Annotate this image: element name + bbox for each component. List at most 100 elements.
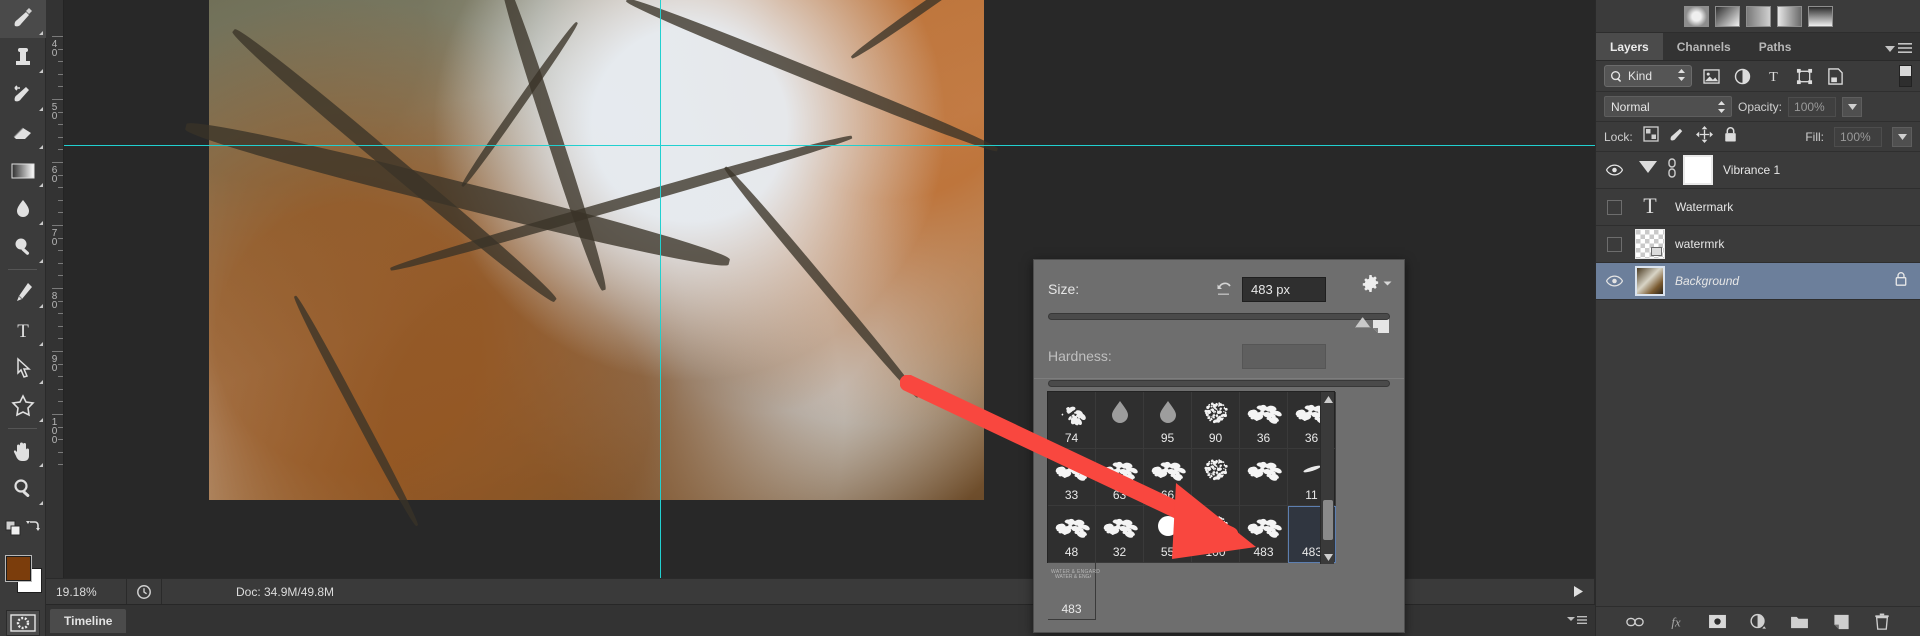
tool-custom-shape[interactable] [0, 387, 46, 425]
lock-image-pixels-icon[interactable] [1669, 126, 1686, 148]
link-mask-icon[interactable] [1666, 157, 1678, 183]
tool-pen[interactable] [0, 273, 46, 311]
eye-icon[interactable] [1596, 275, 1632, 287]
adjustments-panel-row[interactable] [1596, 0, 1920, 33]
updown-arrows-icon[interactable] [1717, 100, 1726, 117]
link-layers-icon[interactable] [1624, 611, 1646, 633]
updown-arrows-icon[interactable] [1677, 68, 1686, 85]
brush-size-slider[interactable] [1048, 307, 1390, 329]
brush-preset-cell[interactable]: 95 [1144, 392, 1192, 449]
blend-mode-select[interactable]: Normal [1604, 96, 1732, 117]
fill-value[interactable]: 100% [1834, 126, 1882, 147]
new-group-icon[interactable] [1789, 611, 1811, 633]
scrollbar-thumb[interactable] [1323, 500, 1333, 540]
opacity-value[interactable]: 100% [1788, 96, 1837, 117]
tool-brush[interactable] [0, 0, 46, 38]
gradient-map-adjustment-icon[interactable] [1714, 5, 1740, 27]
lock-position-icon[interactable] [1695, 125, 1713, 148]
brush-preset-cell[interactable]: 32 [1096, 506, 1144, 563]
brush-size-input[interactable]: 483 px [1242, 276, 1326, 302]
layer-mask-thumbnail[interactable] [1683, 155, 1713, 185]
layer-row[interactable]: Vibrance 1 [1596, 152, 1920, 189]
brush-preset-grid[interactable]: 74 95 90 36 36 33 63 66 11 48 32 55 100 483 483 WATER &… [1047, 391, 1336, 620]
reset-icon[interactable] [1208, 281, 1242, 297]
visibility-checkbox[interactable] [1606, 199, 1622, 215]
tool-clone-stamp[interactable] [0, 38, 46, 76]
color-swatches[interactable] [0, 550, 46, 606]
layers-list[interactable]: Vibrance 1 T Watermark watermrk Background [1596, 152, 1920, 300]
vibrance-adjustment-icon[interactable] [1683, 5, 1709, 27]
layer-thumbnail[interactable] [1635, 266, 1665, 296]
tab-timeline[interactable]: Timeline [50, 609, 127, 633]
new-layer-icon[interactable] [1830, 611, 1852, 633]
brush-preset-cell[interactable]: WATER & ENGARDWATER & ENGARD483 [1048, 563, 1100, 620]
horizontal-guide[interactable] [64, 145, 1595, 146]
layer-style-fx-icon[interactable]: fx [1665, 611, 1687, 633]
pixel-filter-icon[interactable] [1699, 65, 1723, 87]
eye-icon[interactable] [1596, 164, 1632, 176]
scroll-up-arrow-icon[interactable] [1321, 392, 1335, 406]
layer-row[interactable]: Background [1596, 263, 1920, 300]
layer-name[interactable]: watermrk [1665, 237, 1724, 251]
scroll-down-arrow-icon[interactable] [1321, 550, 1335, 564]
tool-dodge[interactable] [0, 228, 46, 266]
quick-mask-toggle[interactable] [5, 610, 40, 636]
brush-preset-cell[interactable]: 48 [1048, 506, 1096, 563]
gradient-adjustment-icon[interactable] [1807, 5, 1833, 27]
tool-history-brush[interactable] [0, 76, 46, 114]
new-adjustment-layer-icon[interactable] [1747, 611, 1769, 633]
brush-preset-cell[interactable]: 33 [1048, 449, 1096, 506]
layer-row[interactable]: T Watermark [1596, 189, 1920, 226]
filter-kind-select[interactable]: Kind [1604, 65, 1692, 87]
zoom-level[interactable]: 19.18% [46, 585, 126, 599]
layer-name[interactable]: Watermark [1665, 200, 1733, 214]
layers-panel-footer[interactable]: fx [1596, 606, 1920, 636]
foreground-color-swatch[interactable] [5, 555, 32, 582]
brush-preset-cell[interactable]: 90 [1192, 392, 1240, 449]
tool-blur[interactable] [0, 190, 46, 228]
vertical-guide[interactable] [660, 0, 661, 578]
tool-gradient[interactable] [0, 152, 46, 190]
play-arrow-icon[interactable] [1564, 585, 1594, 598]
type-filter-icon[interactable]: T [1761, 65, 1785, 87]
tab-paths[interactable]: Paths [1745, 33, 1806, 60]
brush-grid[interactable]: 74 95 90 36 36 33 63 66 11 48 32 55 100 483 483 WATER &… [1048, 392, 1336, 620]
brush-preset-cell[interactable] [1096, 392, 1144, 449]
brush-preset-picker[interactable]: Size: 483 px Hardness: 74 95 90 36 36 33 63 [1033, 259, 1405, 633]
timing-icon[interactable] [127, 584, 161, 600]
tool-hand[interactable] [0, 432, 46, 470]
layer-thumbnail[interactable] [1635, 229, 1665, 259]
add-layer-mask-icon[interactable] [1706, 611, 1728, 633]
smartobject-filter-icon[interactable] [1823, 65, 1847, 87]
panel-menu-icon[interactable] [1885, 43, 1912, 54]
brush-preset-cell[interactable]: 74 [1048, 392, 1096, 449]
layer-name[interactable]: Vibrance 1 [1713, 163, 1780, 177]
tab-layers[interactable]: Layers [1596, 33, 1663, 60]
brush-preset-cell[interactable]: 483 [1240, 506, 1288, 563]
brush-preset-cell[interactable]: 36 [1240, 392, 1288, 449]
tool-eraser[interactable] [0, 114, 46, 152]
adjustment-filter-icon[interactable] [1730, 65, 1754, 87]
panel-menu-icon[interactable] [1567, 613, 1587, 631]
visibility-checkbox[interactable] [1606, 236, 1622, 252]
tool-type[interactable]: T [0, 311, 46, 349]
brush-hardness-input[interactable] [1242, 343, 1326, 369]
layers-panel-tabs[interactable]: Layers Channels Paths [1596, 33, 1920, 61]
lock-all-icon[interactable] [1723, 126, 1738, 148]
brush-preset-cell[interactable]: 55 [1144, 506, 1192, 563]
brush-preset-cell[interactable]: 66 [1144, 449, 1192, 506]
layer-name[interactable]: Background [1665, 274, 1739, 288]
filter-toggle[interactable] [1899, 65, 1912, 87]
brush-preset-cell[interactable]: 63 [1096, 449, 1144, 506]
shape-filter-icon[interactable] [1792, 65, 1816, 87]
brush-preset-cell[interactable]: 100 [1192, 506, 1240, 563]
lock-transparent-pixels-icon[interactable] [1643, 126, 1659, 147]
curves-adjustment-icon[interactable] [1745, 5, 1771, 27]
tool-path-selection[interactable] [0, 349, 46, 387]
layer-row[interactable]: watermrk [1596, 226, 1920, 263]
brush-grid-scrollbar[interactable] [1320, 392, 1334, 564]
invert-adjustment-icon[interactable] [1776, 5, 1802, 27]
brush-preset-cell[interactable] [1192, 449, 1240, 506]
eye-off-box[interactable] [1596, 236, 1632, 252]
gear-icon[interactable] [1361, 274, 1392, 293]
